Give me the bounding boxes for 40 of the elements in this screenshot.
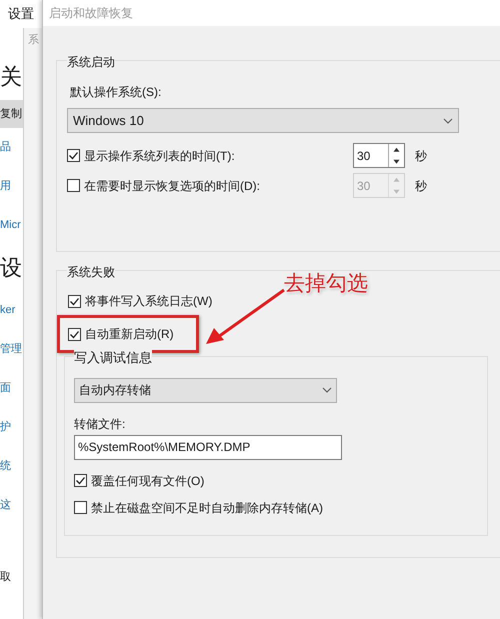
annotation-text: 去掉勾选 [284, 271, 368, 297]
group-title: 系统失败 [67, 263, 115, 281]
checkbox[interactable] [68, 328, 81, 340]
section-heading: 设 [0, 254, 23, 282]
nav-link[interactable]: 面 [0, 369, 23, 408]
nav-link[interactable]: 统 [0, 447, 23, 486]
nav-link[interactable]: ker [0, 291, 23, 330]
dump-file-field[interactable]: %SystemRoot%\MEMORY.DMP [74, 434, 342, 460]
window-title: 设置 [8, 5, 34, 24]
nav-link[interactable]: 护 [0, 408, 23, 447]
os-dropdown[interactable]: Windows 10 [67, 108, 459, 133]
checkbox-label: 显示操作系统列表的时间(T): [84, 148, 235, 164]
nav-text: 取 [0, 570, 12, 584]
number-spinner[interactable]: 30 [353, 143, 405, 168]
nav-link[interactable]: Micr [0, 206, 23, 245]
dump-type-dropdown[interactable]: 自动内存转储 [74, 378, 337, 402]
nav-link[interactable]: 管理 [0, 330, 23, 369]
field-label: 转储文件: [74, 416, 126, 432]
nav-link[interactable]: 这 [0, 486, 23, 525]
dialog-title: 启动和故障恢复 [49, 5, 133, 22]
nav-tab[interactable]: 复制 [0, 100, 23, 128]
checkbox-label: 自动重新启动(R) [85, 326, 174, 343]
checkbox[interactable] [74, 501, 87, 514]
nav-link[interactable]: 品 [0, 128, 23, 167]
chevron-down-icon [443, 118, 453, 124]
checkbox-label: 在需要时显示恢复选项的时间(D): [84, 178, 260, 194]
checkbox-label: 禁止在磁盘空间不足时自动删除内存转储(A) [91, 500, 323, 516]
unit-label: 秒 [415, 148, 427, 164]
chevron-down-icon [322, 387, 332, 393]
group-title: 系统启动 [67, 53, 115, 71]
checkbox[interactable] [67, 149, 80, 162]
checkbox-label: 将事件写入系统日志(W) [85, 293, 212, 310]
field-label: 默认操作系统(S): [70, 84, 162, 101]
nav-link[interactable]: 用 [0, 167, 23, 206]
checkbox-label: 覆盖任何现有文件(O) [91, 472, 204, 490]
checkbox[interactable] [74, 474, 87, 487]
section-heading: 关 [0, 63, 23, 91]
unit-label: 秒 [415, 178, 427, 194]
checkbox[interactable] [68, 294, 81, 308]
window-title: 系 [27, 32, 40, 48]
